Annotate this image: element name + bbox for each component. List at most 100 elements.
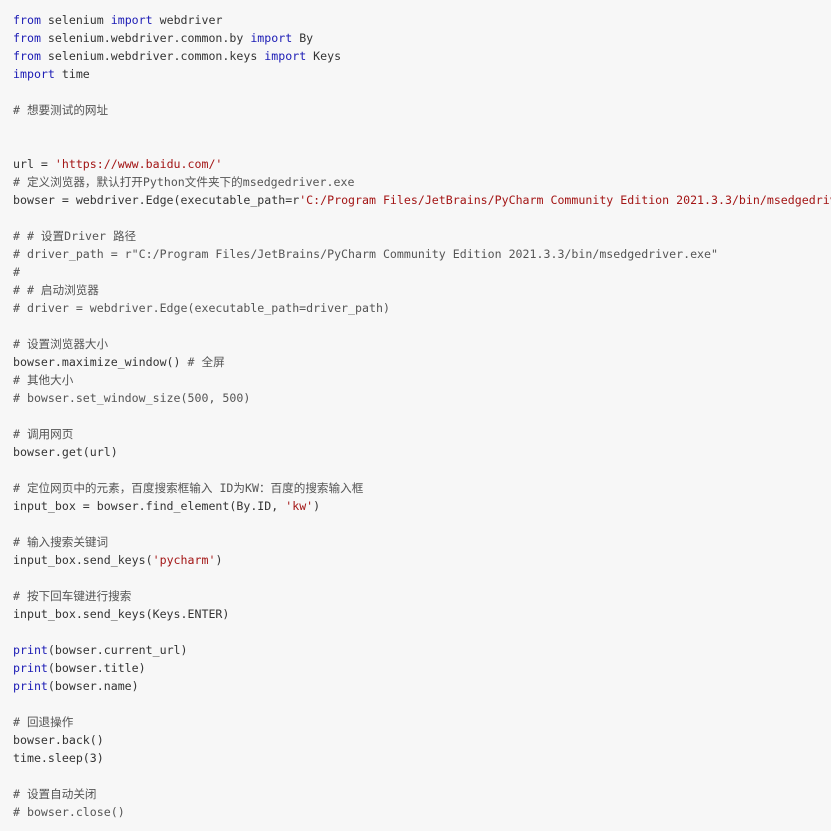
code-text: webdriver xyxy=(152,13,223,27)
code-comment: # 其他大小 xyxy=(13,373,74,387)
code-comment: # 全屏 xyxy=(187,355,225,369)
code-line: bowser = webdriver.Edge(executable_path=… xyxy=(13,191,831,209)
code-line: input_box.send_keys('pycharm') xyxy=(13,551,831,569)
code-line: time.sleep(3) xyxy=(13,749,831,767)
code-line: # 其他大小 xyxy=(13,371,831,389)
code-comment: # bowser.close() xyxy=(13,805,125,819)
code-text: ) xyxy=(215,553,223,567)
code-string: 'pycharm' xyxy=(152,553,216,567)
code-line: url = 'https://www.baidu.com/' xyxy=(13,155,831,173)
code-comment: # 设置自动关闭 xyxy=(13,787,97,801)
code-comment: # 输入搜索关键词 xyxy=(13,535,109,549)
code-text: ) xyxy=(313,499,321,513)
code-line: bowser.get(url) xyxy=(13,443,831,461)
code-text: bowser.maximize_window() xyxy=(13,355,188,369)
code-line: print(bowser.name) xyxy=(13,677,831,695)
code-comment: # 定义浏览器，默认打开Python文件夹下的msedgedriver.exe xyxy=(13,175,355,189)
code-text: bowser.back() xyxy=(13,733,104,747)
code-line: from selenium.webdriver.common.by import… xyxy=(13,29,831,47)
code-line: # # 设置Driver 路径 xyxy=(13,227,831,245)
code-comment: # 想要测试的网址 xyxy=(13,103,109,117)
code-comment: # driver_path = r"C:/Program Files/JetBr… xyxy=(13,247,718,261)
code-line: # 输入搜索关键词 xyxy=(13,533,831,551)
code-keyword: import xyxy=(264,49,307,63)
code-text: By xyxy=(292,31,314,45)
code-block[interactable]: from selenium import webdriver from selen… xyxy=(0,0,831,831)
code-keyword: import xyxy=(13,67,55,81)
code-text: (bowser.title) xyxy=(47,661,146,675)
code-text: bowser.get(url) xyxy=(13,445,118,459)
code-comment: # 按下回车键进行搜索 xyxy=(13,589,132,603)
code-text: url = xyxy=(13,157,55,171)
code-keyword: print xyxy=(13,679,48,693)
code-text: time.sleep(3) xyxy=(13,751,104,765)
code-keyword: print xyxy=(13,643,48,657)
code-line: # 定位网页中的元素，百度搜索框输入 ID为KW：百度的搜索输入框 xyxy=(13,479,831,497)
code-line: import time xyxy=(13,65,831,83)
code-text: input_box.send_keys(Keys.ENTER) xyxy=(13,607,230,621)
code-keyword: print xyxy=(13,661,48,675)
code-comment: # 调用网页 xyxy=(13,427,74,441)
code-comment: # 设置浏览器大小 xyxy=(13,337,109,351)
code-text: selenium xyxy=(40,13,111,27)
code-comment: # xyxy=(13,265,20,279)
code-line: bowser.maximize_window() # 全屏 xyxy=(13,353,831,371)
code-line: # 定义浏览器，默认打开Python文件夹下的msedgedriver.exe xyxy=(13,173,831,191)
code-string: 'C:/Program Files/JetBrains/PyCharm Comm… xyxy=(299,193,831,207)
code-text: time xyxy=(54,67,90,81)
code-line: bowser.back() xyxy=(13,731,831,749)
code-line: # driver_path = r"C:/Program Files/JetBr… xyxy=(13,245,831,263)
code-text: (bowser.name) xyxy=(47,679,139,693)
code-line: # 调用网页 xyxy=(13,425,831,443)
code-text: input_box.send_keys( xyxy=(13,553,153,567)
code-line: # xyxy=(13,263,831,281)
code-text: selenium.webdriver.common.keys xyxy=(40,49,265,63)
code-line: # 回退操作 xyxy=(13,713,831,731)
code-line: # 设置浏览器大小 xyxy=(13,335,831,353)
code-line: # driver = webdriver.Edge(executable_pat… xyxy=(13,299,831,317)
code-line: input_box.send_keys(Keys.ENTER) xyxy=(13,605,831,623)
code-line: # 设置自动关闭 xyxy=(13,785,831,803)
code-keyword: import xyxy=(110,13,153,27)
code-line: # 按下回车键进行搜索 xyxy=(13,587,831,605)
code-line: # 想要测试的网址 xyxy=(13,101,831,119)
code-text: (bowser.current_url) xyxy=(47,643,188,657)
code-comment: # # 启动浏览器 xyxy=(13,283,99,297)
code-text: Keys xyxy=(306,49,342,63)
code-string: 'kw' xyxy=(285,499,314,513)
code-text: input_box = bowser.find_element(By.ID, xyxy=(13,499,286,513)
code-comment: # 定位网页中的元素，百度搜索框输入 ID为KW：百度的搜索输入框 xyxy=(13,481,364,495)
code-line: print(bowser.title) xyxy=(13,659,831,677)
code-lines: from selenium import webdriver from selen… xyxy=(13,11,831,821)
code-line: from selenium.webdriver.common.keys impo… xyxy=(13,47,831,65)
code-keyword: from xyxy=(13,49,41,63)
code-line: from selenium import webdriver xyxy=(13,11,831,29)
code-line: input_box = bowser.find_element(By.ID, '… xyxy=(13,497,831,515)
code-comment: # bowser.set_window_size(500, 500) xyxy=(13,391,251,405)
code-keyword: from xyxy=(13,13,41,27)
code-line: # bowser.set_window_size(500, 500) xyxy=(13,389,831,407)
code-text: bowser = webdriver.Edge(executable_path=… xyxy=(13,193,300,207)
code-line: # # 启动浏览器 xyxy=(13,281,831,299)
code-comment: # 回退操作 xyxy=(13,715,74,729)
code-keyword: import xyxy=(250,31,293,45)
code-comment: # # 设置Driver 路径 xyxy=(13,229,137,243)
code-string: 'https://www.baidu.com/' xyxy=(54,157,223,171)
code-keyword: from xyxy=(13,31,41,45)
code-comment: # driver = webdriver.Edge(executable_pat… xyxy=(13,301,390,315)
code-text: selenium.webdriver.common.by xyxy=(40,31,251,45)
code-line: print(bowser.current_url) xyxy=(13,641,831,659)
code-line: # bowser.close() xyxy=(13,803,831,821)
